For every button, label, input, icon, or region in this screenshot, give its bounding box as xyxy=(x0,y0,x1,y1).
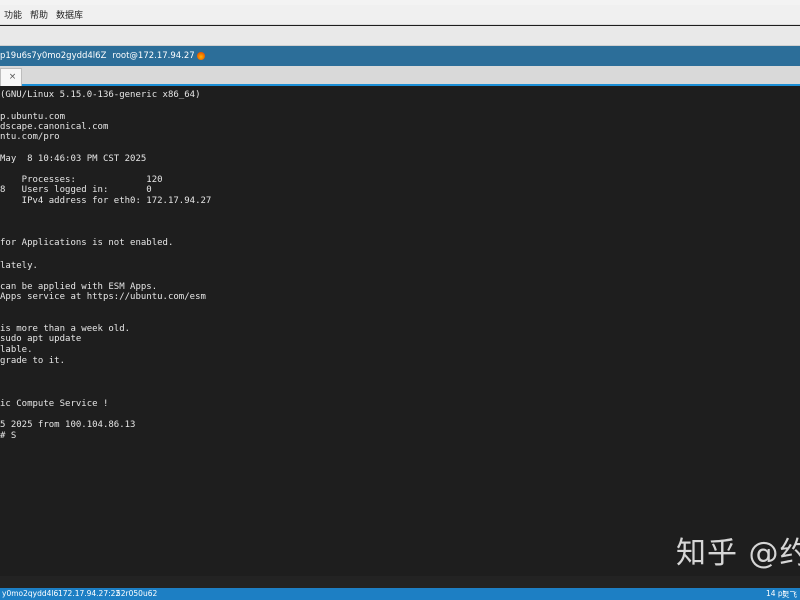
terminal-line: 8 Users logged in: 0 xyxy=(0,185,152,195)
terminal-line: (GNU/Linux 5.15.0-136-generic x86_64) xyxy=(0,90,201,100)
menu-bar: 功能 帮助 数据库 xyxy=(0,5,800,25)
terminal-line: # S xyxy=(0,431,17,441)
terminal-line: IPv4 address for eth0: 172.17.94.27 xyxy=(0,196,212,206)
terminal-line: grade to it. xyxy=(0,356,66,366)
status-session: y0mo2qydd4l6 xyxy=(2,589,59,598)
terminal-output[interactable]: (GNU/Linux 5.15.0-136-generic x86_64) p.u… xyxy=(0,86,800,576)
terminal-tab[interactable]: × xyxy=(0,68,22,86)
close-icon[interactable]: × xyxy=(9,73,17,82)
status-bar: y0mo2qydd4l6 172.17.94.27:22 52r050u62 1… xyxy=(0,588,800,600)
toolbar xyxy=(0,26,800,46)
tab-strip: × xyxy=(0,66,800,86)
terminal-line: 5 2025 from 100.104.86.13 xyxy=(0,420,136,430)
flame-icon xyxy=(196,52,205,60)
status-code: 52r050u62 xyxy=(116,589,158,598)
menu-item-help[interactable]: 帮助 xyxy=(30,8,56,21)
terminal-line: Apps service at https://ubuntu.com/esm xyxy=(0,292,206,302)
terminal-line: May 8 10:46:03 PM CST 2025 xyxy=(0,154,147,164)
session-name[interactable]: p19u6s7y0mo2gydd4l6Z xyxy=(0,51,106,61)
terminal-line: lable. xyxy=(0,345,33,355)
status-address: 172.17.94.27:22 xyxy=(58,589,121,598)
terminal-line: lately. xyxy=(0,261,38,271)
session-bar: p19u6s7y0mo2gydd4l6Z root@172.17.94.27 xyxy=(0,46,800,66)
terminal-line: ntu.com/pro xyxy=(0,132,60,142)
watermark: 知乎 @约 xyxy=(676,536,800,571)
terminal-line: for Applications is not enabled. xyxy=(0,238,174,248)
terminal-line: sudo apt update xyxy=(0,334,82,344)
menu-item-database[interactable]: 数据库 xyxy=(56,8,91,21)
terminal-line: ic Compute Service ! xyxy=(0,399,109,409)
menu-item-functions[interactable]: 功能 xyxy=(4,8,30,21)
status-extra: 灵飞 xyxy=(782,590,797,599)
session-host[interactable]: root@172.17.94.27 xyxy=(112,51,194,61)
status-spacer xyxy=(0,576,800,588)
